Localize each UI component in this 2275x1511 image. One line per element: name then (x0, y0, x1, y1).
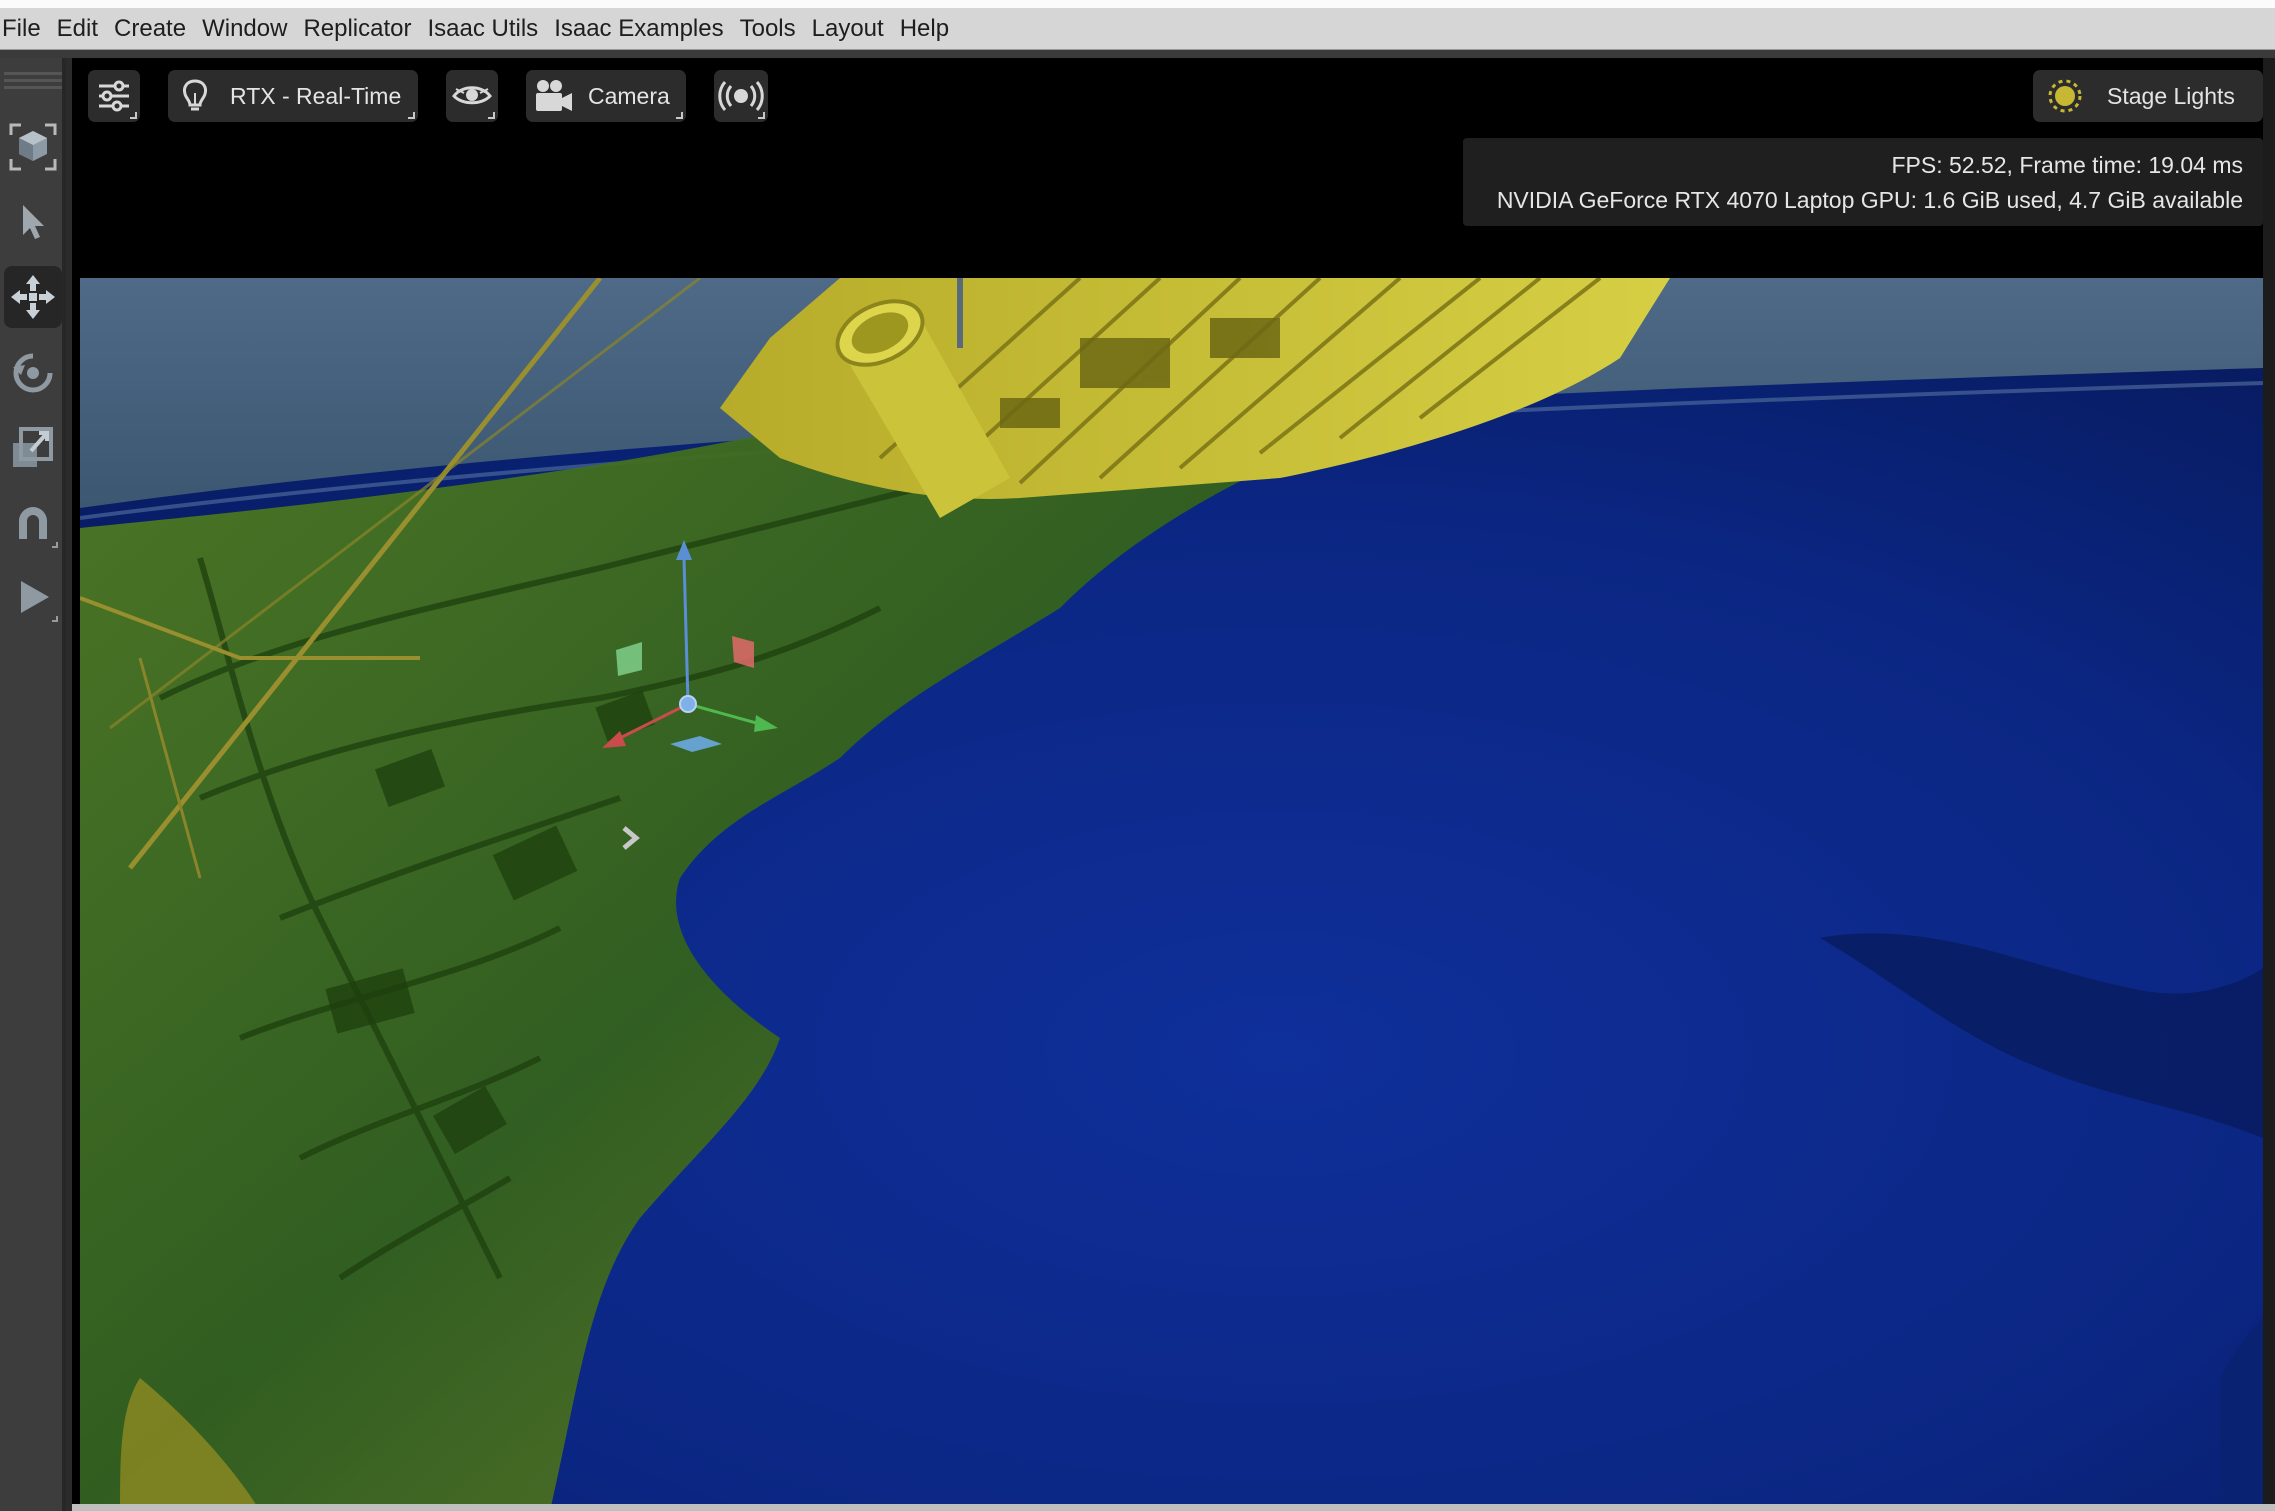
perspective-cube-icon[interactable] (4, 116, 62, 178)
viewport-settings-button[interactable] (88, 70, 140, 122)
menu-file[interactable]: File (0, 8, 49, 50)
menu-replicator[interactable]: Replicator (295, 8, 419, 50)
fps-readout: FPS: 52.52, Frame time: 19.04 ms (1891, 152, 2243, 178)
sensor-button[interactable] (714, 70, 768, 122)
move-icon[interactable] (4, 266, 62, 328)
menu-divider (0, 50, 2275, 58)
viewport-right-border (2263, 58, 2275, 1511)
scene-render[interactable] (80, 278, 2263, 1511)
menu-help[interactable]: Help (892, 8, 957, 50)
sliders-icon (99, 80, 129, 112)
stage-lights-button[interactable]: Stage Lights (2033, 70, 2263, 122)
rotate-icon[interactable] (4, 342, 62, 404)
visibility-button[interactable] (446, 70, 498, 122)
viewport-bottom-border (72, 1504, 2275, 1511)
play-icon[interactable] (4, 566, 62, 628)
viewport[interactable]: RTX - Real-Time Camera Stage Lights FPS:… (72, 58, 2275, 1511)
camera-label: Camera (588, 82, 670, 109)
select-arrow-icon[interactable] (4, 192, 62, 254)
snap-magnet-icon[interactable] (4, 492, 62, 554)
tool-bar (0, 58, 66, 1511)
renderer-label: RTX - Real-Time (230, 82, 402, 109)
menu-window[interactable]: Window (194, 8, 295, 50)
eye-icon (452, 86, 492, 105)
stage-lights-label: Stage Lights (2107, 82, 2235, 109)
camera-icon (536, 80, 572, 111)
sun-icon (2048, 79, 2082, 113)
menu-edit[interactable]: Edit (49, 8, 106, 50)
scale-icon[interactable] (4, 416, 62, 478)
camera-button[interactable]: Camera (526, 70, 686, 122)
gpu-memory-readout: NVIDIA GeForce RTX 4070 Laptop GPU: 1.6 … (1496, 187, 2243, 213)
menu-isaac-utils[interactable]: Isaac Utils (419, 8, 546, 50)
lightbulb-icon (183, 79, 207, 111)
menu-bar: File Edit Create Window Replicator Isaac… (0, 8, 2275, 50)
menu-create[interactable]: Create (106, 8, 194, 50)
toolbar-grip-handle[interactable] (4, 72, 62, 94)
menu-tools[interactable]: Tools (732, 8, 804, 50)
menu-layout[interactable]: Layout (804, 8, 892, 50)
broadcast-icon (718, 81, 764, 111)
renderer-button[interactable]: RTX - Real-Time (168, 70, 418, 122)
menu-isaac-examples[interactable]: Isaac Examples (546, 8, 731, 50)
stats-overlay: FPS: 52.52, Frame time: 19.04 ms NVIDIA … (1463, 138, 2263, 226)
